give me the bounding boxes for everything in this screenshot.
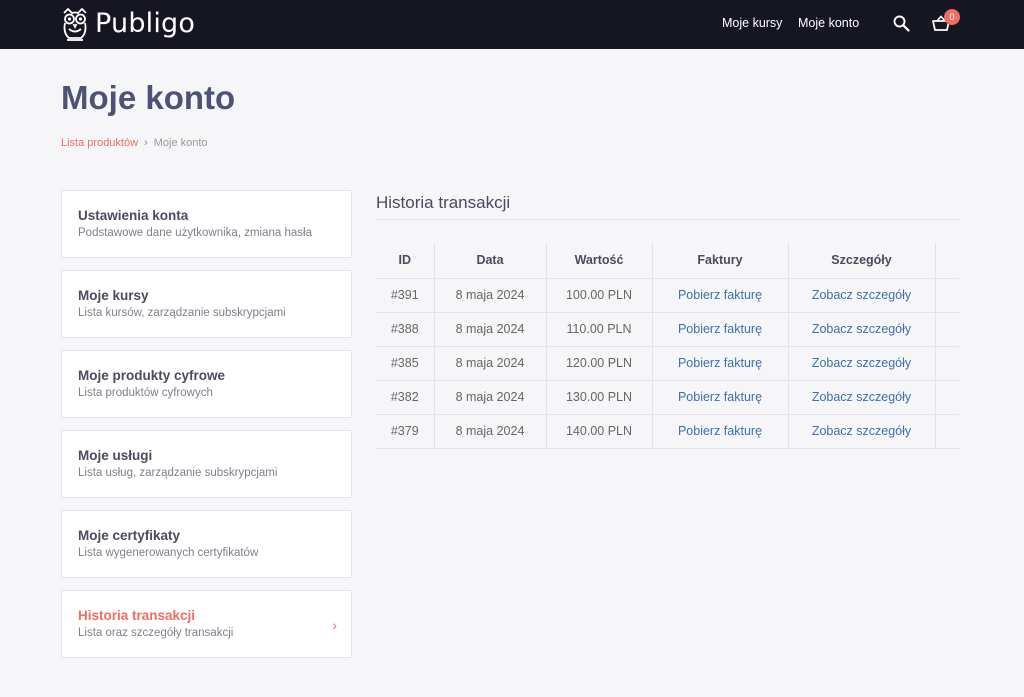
- cell-value: 140.00 PLN: [546, 414, 653, 449]
- download-invoice-link[interactable]: Pobierz fakturę: [652, 312, 789, 347]
- view-details-link[interactable]: Zobacz szczegóły: [788, 380, 936, 415]
- download-invoice-link[interactable]: Pobierz fakturę: [652, 278, 789, 313]
- column-header-id: ID: [376, 243, 435, 279]
- menu-item-title: Historia transakcji: [78, 608, 196, 623]
- download-invoice-link[interactable]: Pobierz fakturę: [652, 380, 789, 415]
- top-navbar: Publigo Moje kursy Moje konto 0: [0, 0, 1024, 49]
- menu-item-subtitle: Podstawowe dane użytkownika, zmiana hasł…: [78, 227, 312, 239]
- menu-item-subtitle: Lista usług, zarządzanie subskrypcjami: [78, 467, 278, 479]
- menu-item-title: Moje produkty cyfrowe: [78, 368, 226, 383]
- owl-logo-icon: [63, 7, 87, 41]
- chevron-right-icon: ›: [332, 617, 337, 633]
- nav-moje-kursy[interactable]: Moje kursy: [722, 16, 782, 30]
- transactions-table: ID Data Wartość Faktury Szczegóły #391 8…: [376, 243, 959, 449]
- table-row: #379 8 maja 2024 140.00 PLN Pobierz fakt…: [376, 414, 959, 449]
- menu-item-ustawienia-konta[interactable]: Ustawienia konta Podstawowe dane użytkow…: [61, 190, 352, 258]
- cell-id: #385: [376, 346, 435, 381]
- table-row: #391 8 maja 2024 100.00 PLN Pobierz fakt…: [376, 278, 959, 313]
- search-icon[interactable]: [893, 15, 910, 37]
- table-row: #382 8 maja 2024 130.00 PLN Pobierz fakt…: [376, 380, 959, 415]
- breadcrumb-current: Moje konto: [153, 137, 208, 149]
- cell-empty: [935, 312, 959, 347]
- menu-item-historia-transakcji[interactable]: Historia transakcji Lista oraz szczegóły…: [61, 590, 352, 658]
- menu-item-subtitle: Lista wygenerowanych certyfikatów: [78, 547, 259, 559]
- cell-date: 8 maja 2024: [434, 380, 547, 415]
- cell-id: #388: [376, 312, 435, 347]
- cell-empty: [935, 380, 959, 415]
- cell-date: 8 maja 2024: [434, 278, 547, 313]
- column-header-empty: [935, 243, 959, 279]
- cart-count-badge: 0: [944, 9, 960, 25]
- page-title: Moje konto: [61, 79, 236, 116]
- cell-empty: [935, 278, 959, 313]
- cell-date: 8 maja 2024: [434, 414, 547, 449]
- view-details-link[interactable]: Zobacz szczegóły: [788, 312, 936, 347]
- menu-item-title: Moje kursy: [78, 288, 149, 303]
- nav-moje-konto[interactable]: Moje konto: [798, 16, 859, 30]
- column-header-wartosc: Wartość: [546, 243, 653, 279]
- cell-date: 8 maja 2024: [434, 346, 547, 381]
- menu-item-moje-certyfikaty[interactable]: Moje certyfikaty Lista wygenerowanych ce…: [61, 510, 352, 578]
- column-header-szczegoly: Szczegóły: [788, 243, 936, 279]
- menu-item-title: Moje usługi: [78, 448, 153, 463]
- cell-empty: [935, 414, 959, 449]
- menu-item-moje-produkty-cyfrowe[interactable]: Moje produkty cyfrowe Lista produktów cy…: [61, 350, 352, 418]
- breadcrumb: Lista produktów › Moje konto: [61, 137, 208, 149]
- cell-date: 8 maja 2024: [434, 312, 547, 347]
- menu-item-subtitle: Lista kursów, zarządzanie subskrypcjami: [78, 307, 286, 319]
- logo[interactable]: Publigo: [60, 7, 195, 41]
- menu-item-subtitle: Lista produktów cyfrowych: [78, 387, 213, 399]
- logo-text: Publigo: [95, 8, 196, 39]
- menu-item-title: Ustawienia konta: [78, 208, 189, 223]
- cell-value: 100.00 PLN: [546, 278, 653, 313]
- breadcrumb-separator: ›: [144, 137, 148, 149]
- menu-item-title: Moje certyfikaty: [78, 528, 181, 543]
- column-header-data: Data: [434, 243, 547, 279]
- cell-id: #382: [376, 380, 435, 415]
- column-header-faktury: Faktury: [652, 243, 789, 279]
- table-row: #385 8 maja 2024 120.00 PLN Pobierz fakt…: [376, 346, 959, 381]
- menu-item-moje-kursy[interactable]: Moje kursy Lista kursów, zarządzanie sub…: [61, 270, 352, 338]
- cell-id: #391: [376, 278, 435, 313]
- table-header-row: ID Data Wartość Faktury Szczegóły: [376, 243, 959, 279]
- view-details-link[interactable]: Zobacz szczegóły: [788, 346, 936, 381]
- cell-id: #379: [376, 414, 435, 449]
- section-divider: [376, 219, 959, 220]
- section-title: Historia transakcji: [376, 193, 511, 212]
- download-invoice-link[interactable]: Pobierz fakturę: [652, 414, 789, 449]
- view-details-link[interactable]: Zobacz szczegóły: [788, 278, 936, 313]
- view-details-link[interactable]: Zobacz szczegóły: [788, 414, 936, 449]
- menu-item-moje-uslugi[interactable]: Moje usługi Lista usług, zarządzanie sub…: [61, 430, 352, 498]
- cell-empty: [935, 346, 959, 381]
- cell-value: 110.00 PLN: [546, 312, 653, 347]
- breadcrumb-link-lista-produktow[interactable]: Lista produktów: [61, 137, 138, 149]
- cell-value: 130.00 PLN: [546, 380, 653, 415]
- menu-item-subtitle: Lista oraz szczegóły transakcji: [78, 627, 234, 639]
- download-invoice-link[interactable]: Pobierz fakturę: [652, 346, 789, 381]
- table-row: #388 8 maja 2024 110.00 PLN Pobierz fakt…: [376, 312, 959, 347]
- cell-value: 120.00 PLN: [546, 346, 653, 381]
